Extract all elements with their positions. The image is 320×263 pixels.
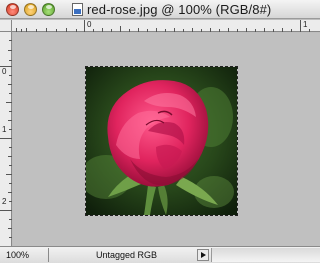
color-profile-status: Untagged RGB xyxy=(96,250,158,260)
ruler-left-label-2: 2 xyxy=(2,197,7,206)
status-bar: 100% Untagged RGB xyxy=(0,246,320,263)
ruler-top-label-0: 0 xyxy=(87,20,92,29)
minimize-button[interactable] xyxy=(24,3,37,16)
ruler-origin-corner[interactable] xyxy=(0,20,12,32)
window-title: red-rose.jpg @ 100% (RGB/8#) xyxy=(87,2,272,17)
image-selection-marquee[interactable] xyxy=(85,66,238,216)
status-menu-arrow-button[interactable] xyxy=(197,249,209,261)
vertical-ruler[interactable]: 0 1 2 xyxy=(0,32,12,246)
status-divider xyxy=(48,248,49,262)
rose-photo xyxy=(86,67,237,215)
ruler-left-label-0: 0 xyxy=(2,67,7,76)
canvas-area[interactable] xyxy=(13,33,320,246)
triangle-right-icon xyxy=(201,252,206,258)
horizontal-scrollbar[interactable] xyxy=(211,248,320,262)
document-window: red-rose.jpg @ 100% (RGB/8#) 0 1 0 1 2 1… xyxy=(0,0,320,263)
zoom-button[interactable] xyxy=(42,3,55,16)
horizontal-ruler[interactable]: 0 1 xyxy=(12,20,320,32)
ruler-left-label-1: 1 xyxy=(2,125,7,134)
close-button[interactable] xyxy=(6,3,19,16)
document-proxy-icon[interactable] xyxy=(72,3,83,16)
title-bar[interactable]: red-rose.jpg @ 100% (RGB/8#) xyxy=(0,0,320,19)
zoom-level-field[interactable]: 100% xyxy=(6,250,44,261)
ruler-top-label-1: 1 xyxy=(303,20,308,29)
